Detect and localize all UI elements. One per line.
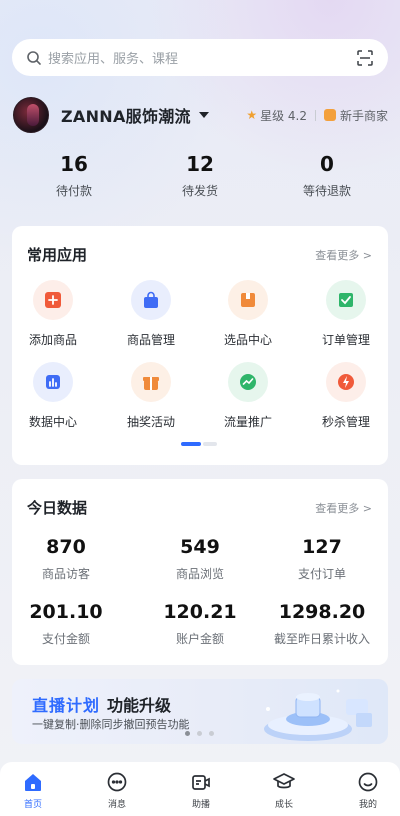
banner-title: 功能升级 <box>107 696 172 715</box>
live-assist-icon <box>189 770 213 794</box>
common-apps-title: 常用应用 <box>27 246 88 264</box>
tab-profile[interactable]: 我的 <box>338 770 398 810</box>
bottom-tab-bar: 首页 消息 助播 成长 我的 <box>0 762 400 816</box>
app-add-product[interactable]: 添加商品 <box>13 280 93 348</box>
order-icon <box>326 280 366 320</box>
stat-label: 待付款 <box>55 184 92 198</box>
app-traffic-promotion[interactable]: 流量推广 <box>208 362 288 430</box>
metric-visitors[interactable]: 870 商品访客 <box>1 536 131 582</box>
metric-label: 账户金额 <box>175 632 224 646</box>
common-apps-more-link[interactable]: 查看更多 > <box>315 247 372 263</box>
box-icon <box>228 280 268 320</box>
app-label: 订单管理 <box>321 333 370 347</box>
profile-icon <box>356 770 380 794</box>
indicator-inactive[interactable] <box>203 442 217 446</box>
app-label: 秒杀管理 <box>321 415 370 429</box>
app-flash-sale[interactable]: 秒杀管理 <box>306 362 386 430</box>
indicator-active <box>181 442 201 446</box>
metric-value: 870 <box>46 536 86 558</box>
metric-account-balance[interactable]: 120.21 账户金额 <box>135 601 265 647</box>
home-icon <box>21 770 45 794</box>
banner-page-indicator <box>185 731 217 737</box>
chart-icon <box>33 362 73 402</box>
tab-label: 成长 <box>274 800 293 810</box>
metric-value: 1298.20 <box>278 601 366 623</box>
shop-rating[interactable]: 星级 4.2 <box>260 107 307 124</box>
app-label: 数据中心 <box>28 415 77 429</box>
metric-value: 201.10 <box>29 601 103 623</box>
metric-label: 支付金额 <box>41 632 90 646</box>
merchant-tag[interactable]: 新手商家 <box>340 107 388 124</box>
tab-label: 助播 <box>191 800 210 810</box>
apps-page-indicator <box>181 442 217 446</box>
gift-icon <box>131 362 171 402</box>
tab-label: 我的 <box>358 800 377 810</box>
scan-icon[interactable] <box>356 49 374 67</box>
banner-dot[interactable] <box>197 731 202 736</box>
app-product-management[interactable]: 商品管理 <box>111 280 191 348</box>
metric-paid-amount[interactable]: 201.10 支付金额 <box>1 601 131 647</box>
tab-growth[interactable]: 成长 <box>254 770 314 810</box>
tab-messages[interactable]: 消息 <box>87 770 147 810</box>
trend-icon <box>228 362 268 402</box>
star-icon: ★ <box>246 108 258 122</box>
app-label: 流量推广 <box>223 415 272 429</box>
stat-pending-payment[interactable]: 16 待付款 <box>19 152 129 199</box>
app-data-center[interactable]: 数据中心 <box>13 362 93 430</box>
merchant-badge-icon <box>323 109 336 121</box>
shop-header: ZANNA服饰潮流 ★ 星级 4.2 新手商家 <box>13 96 388 134</box>
banner-dot[interactable] <box>209 731 214 736</box>
today-data-more-link[interactable]: 查看更多 > <box>315 500 372 516</box>
app-label: 添加商品 <box>28 333 77 347</box>
stat-pending-refund[interactable]: 0 等待退款 <box>272 152 382 199</box>
banner-title-accent: 直播计划 <box>32 696 101 715</box>
stat-label: 等待退款 <box>302 184 351 198</box>
app-order-management[interactable]: 订单管理 <box>306 280 386 348</box>
shop-meta: ★ 星级 4.2 新手商家 <box>246 107 388 124</box>
graduation-cap-icon <box>272 770 296 794</box>
order-stats: 16 待付款 12 待发货 0 等待退款 <box>0 152 400 204</box>
metric-value: 549 <box>180 536 220 558</box>
tab-label: 首页 <box>23 800 42 810</box>
stat-value: 16 <box>60 152 88 176</box>
common-apps-card: 常用应用 查看更多 > 添加商品 商品管理 选品中心 订单管理 数据中心 抽奖活… <box>12 226 388 465</box>
today-data-card: 今日数据 查看更多 > 870 商品访客 549 商品浏览 127 支付订单 2… <box>12 479 388 665</box>
stat-value: 12 <box>186 152 214 176</box>
stat-value: 0 <box>320 152 334 176</box>
chevron-down-icon[interactable] <box>198 112 209 118</box>
metric-label: 商品访客 <box>41 567 90 581</box>
tab-home[interactable]: 首页 <box>3 770 63 810</box>
add-product-icon <box>33 280 73 320</box>
stat-label: 待发货 <box>181 184 218 198</box>
app-product-selection[interactable]: 选品中心 <box>208 280 288 348</box>
search-placeholder: 搜索应用、服务、课程 <box>48 52 179 67</box>
tab-live-assist[interactable]: 助播 <box>171 770 231 810</box>
stat-pending-shipment[interactable]: 12 待发货 <box>145 152 255 199</box>
metric-views[interactable]: 549 商品浏览 <box>135 536 265 582</box>
divider <box>314 109 316 121</box>
metric-label: 商品浏览 <box>175 567 224 581</box>
banner-dot-active <box>185 731 190 736</box>
shop-name[interactable]: ZANNA服饰潮流 <box>61 103 191 127</box>
metric-value: 120.21 <box>163 601 237 623</box>
metric-label: 截至昨日累计收入 <box>273 632 370 646</box>
tab-label: 消息 <box>107 800 126 810</box>
bag-icon <box>131 280 171 320</box>
app-label: 选品中心 <box>223 333 272 347</box>
message-icon <box>105 770 129 794</box>
banner-subtitle: 一键复制·删除同步撤回预告功能 <box>32 718 190 731</box>
metric-value: 127 <box>302 536 342 558</box>
metric-paid-orders[interactable]: 127 支付订单 <box>257 536 387 582</box>
app-label: 商品管理 <box>126 333 175 347</box>
app-lottery[interactable]: 抽奖活动 <box>111 362 191 430</box>
app-label: 抽奖活动 <box>126 415 175 429</box>
metric-label: 支付订单 <box>297 567 346 581</box>
metric-cumulative-income[interactable]: 1298.20 截至昨日累计收入 <box>257 601 387 647</box>
shop-avatar[interactable] <box>13 97 49 133</box>
search-bar[interactable]: 搜索应用、服务、课程 <box>12 39 388 76</box>
search-icon <box>26 50 42 66</box>
banner-illustration <box>264 689 372 741</box>
today-data-title: 今日数据 <box>27 499 88 517</box>
flash-icon <box>326 362 366 402</box>
